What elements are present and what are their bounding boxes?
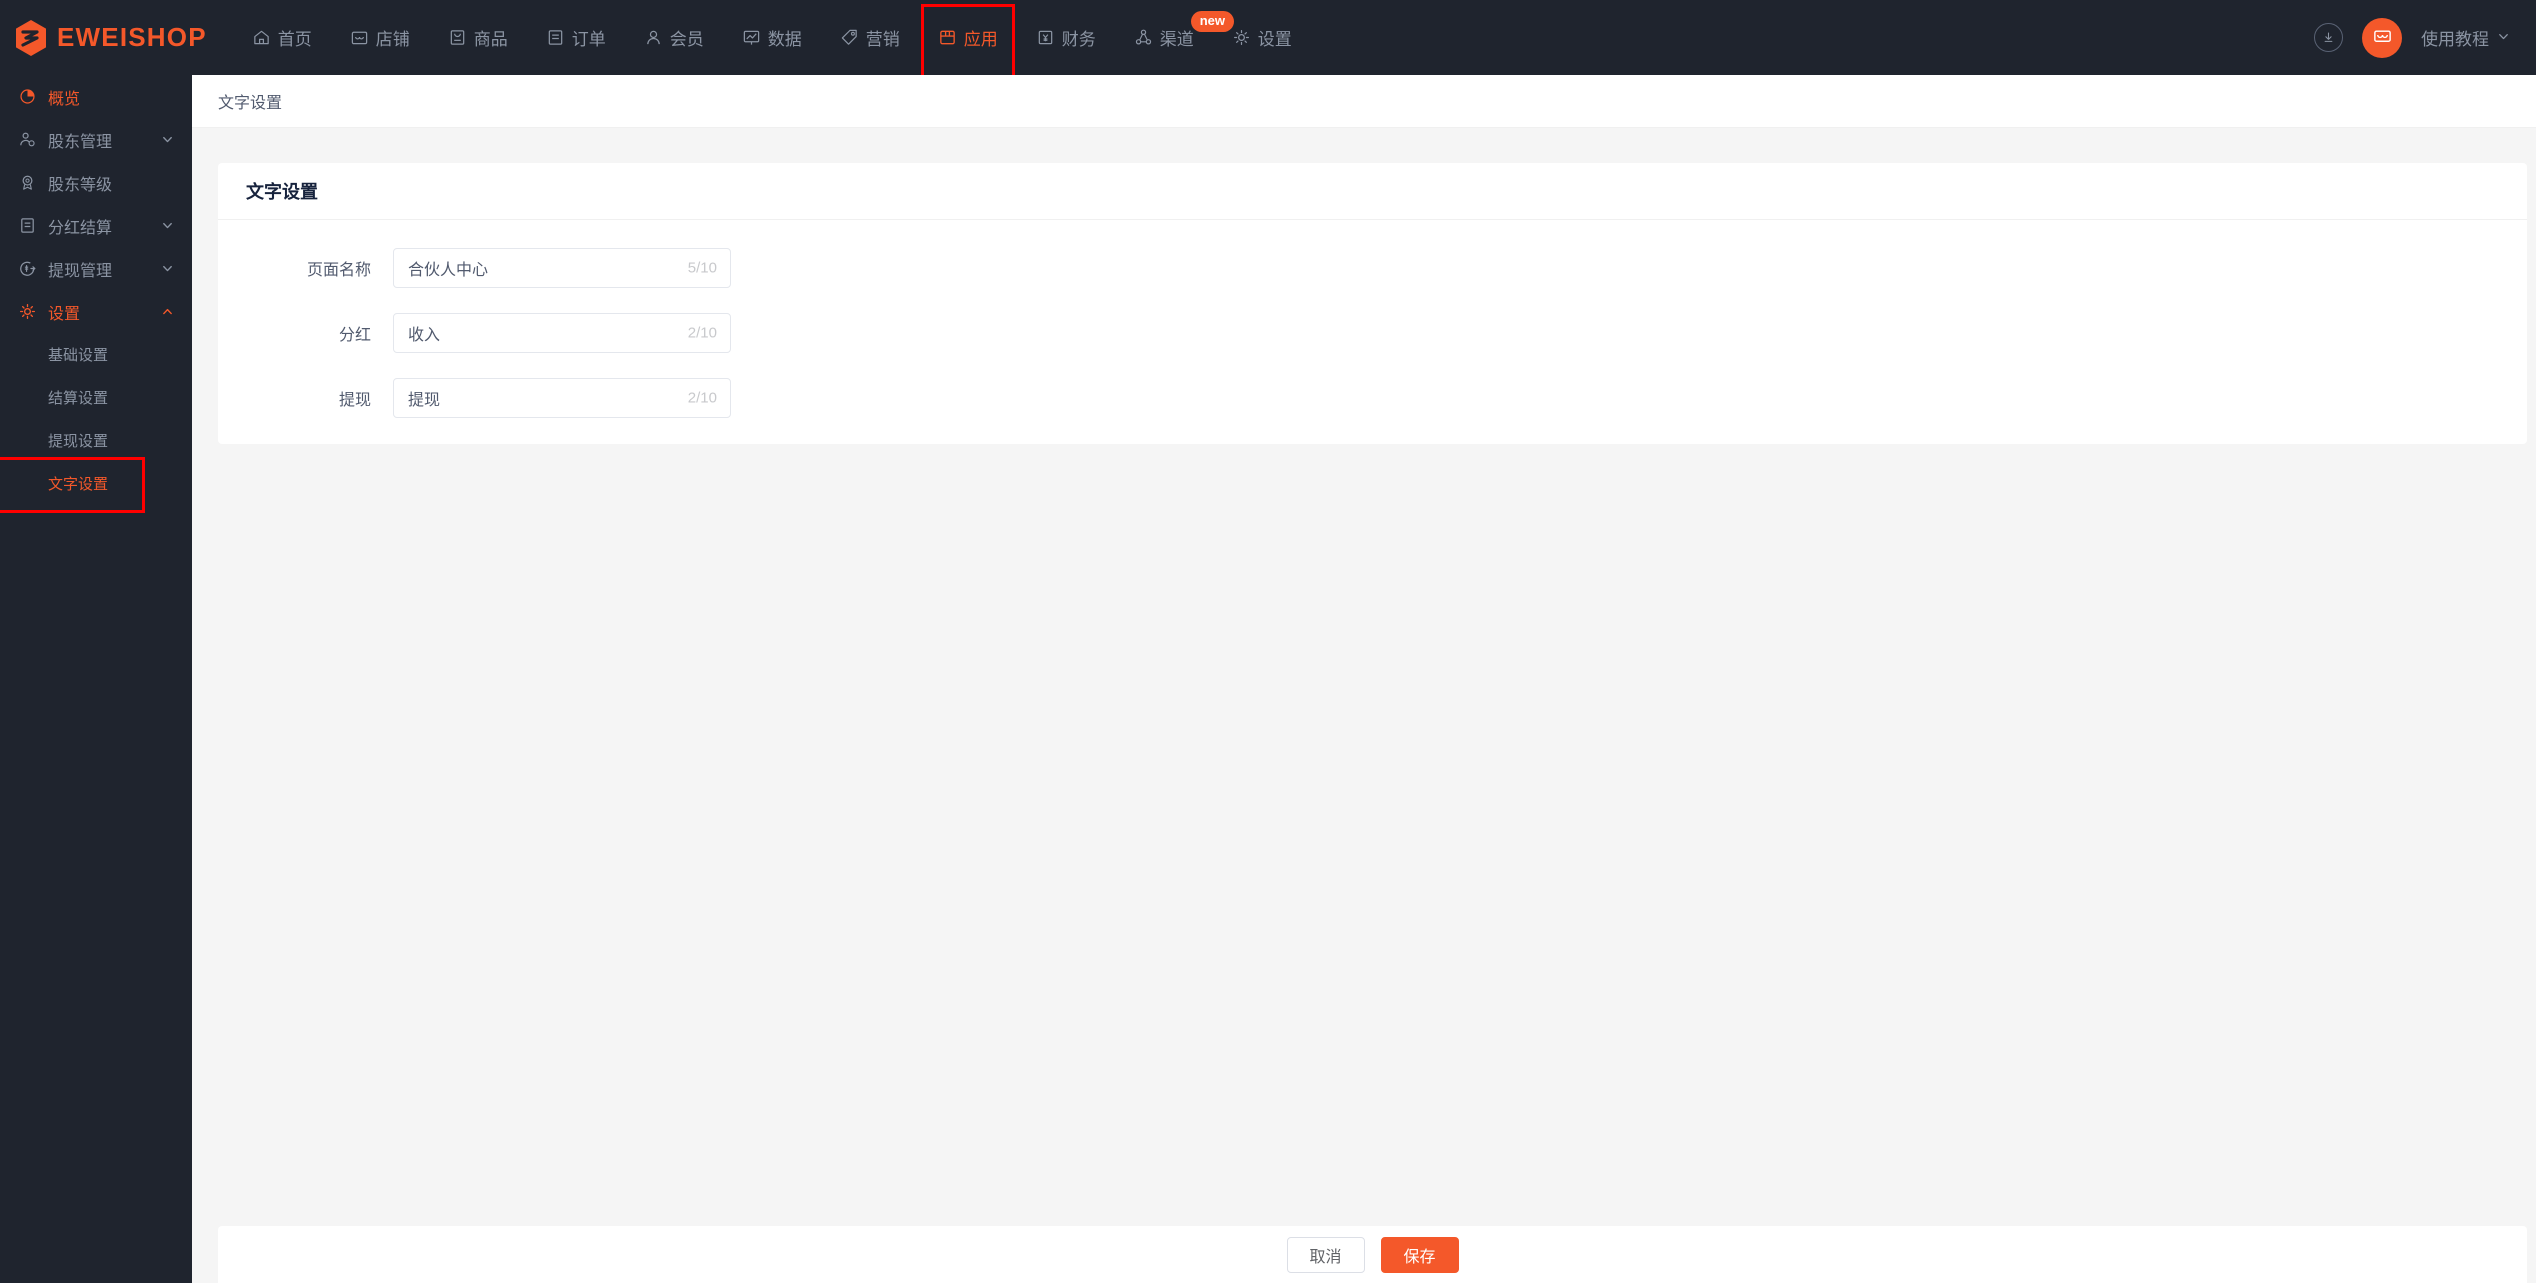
page-name-input-wrap[interactable]: 5/10 (393, 248, 731, 288)
nav-item-order[interactable]: 订单 (527, 0, 625, 75)
sidebar-item-shareholder-level[interactable]: 股东等级 (0, 161, 192, 204)
form-label: 页面名称 (306, 262, 371, 279)
sidebar-item-dividend-settlement[interactable]: 分红结算 (0, 204, 192, 247)
nav-item-finance[interactable]: 财务 (1017, 0, 1115, 75)
save-button[interactable]: 保存 (1380, 1236, 1459, 1273)
gear-icon (1232, 28, 1251, 47)
withdraw-input[interactable] (394, 379, 730, 417)
medal-icon (18, 173, 37, 192)
page-name-input[interactable] (394, 249, 730, 287)
sidebar-item-label: 提现管理 (48, 262, 113, 280)
sidebar-subitem-label: 基础设置 (48, 347, 109, 364)
shop-avatar-icon (2372, 25, 2393, 51)
chevron-down-icon (161, 262, 174, 275)
nav-item-label: 营销 (865, 30, 900, 49)
nav-item-goods[interactable]: 商品 (429, 0, 527, 75)
sidebar-subitem-withdraw-settings[interactable]: 提现设置 (0, 419, 192, 462)
nav-item-app[interactable]: 应用 (919, 0, 1017, 81)
nav-item-channel[interactable]: 渠道 new (1115, 0, 1235, 75)
nav-item-label: 店铺 (375, 30, 410, 49)
chart-icon (742, 28, 761, 47)
nav-item-label: 数据 (767, 30, 802, 49)
shop-icon (350, 28, 369, 47)
chevron-down-icon (161, 133, 174, 146)
form-row-dividend: 分红 2/10 (218, 313, 2527, 353)
chevron-up-icon (161, 305, 174, 318)
pie-chart-icon (18, 87, 37, 106)
tag-icon (840, 28, 859, 47)
avatar[interactable] (2362, 17, 2402, 58)
brand-logo-text: EWEISHOP (57, 22, 207, 52)
sidebar-item-label: 股东管理 (48, 133, 113, 151)
nav-item-label: 设置 (1257, 30, 1292, 49)
sidebar-item-label: 概览 (48, 90, 81, 108)
header-right-tools: 使用教程 (2314, 0, 2536, 75)
withdraw-input-wrap[interactable]: 2/10 (393, 378, 731, 418)
sidebar-item-overview[interactable]: 概览 (0, 75, 192, 118)
sidebar-subitem-label: 结算设置 (48, 390, 109, 407)
goods-icon (448, 28, 467, 47)
form-action-bar: 取消 保存 (218, 1226, 2527, 1283)
dividend-input[interactable] (394, 314, 730, 352)
nav-item-marketing[interactable]: 营销 (821, 0, 919, 75)
sidebar-subitem-settlement-settings[interactable]: 结算设置 (0, 376, 192, 419)
sidebar-item-shareholder-manage[interactable]: 股东管理 (0, 118, 192, 161)
sidebar-item-label: 分红结算 (48, 219, 113, 237)
sidebar-subitem-text-settings[interactable]: 文字设置 (0, 457, 192, 513)
user-menu[interactable]: 使用教程 (2421, 25, 2510, 50)
card-title: 文字设置 (218, 163, 2527, 220)
dividend-input-wrap[interactable]: 2/10 (393, 313, 731, 353)
cancel-button[interactable]: 取消 (1286, 1236, 1365, 1273)
brand-logo[interactable]: EWEISHOP (14, 0, 207, 75)
nav-item-label: 订单 (571, 30, 606, 49)
sidebar-item-label: 股东等级 (48, 176, 113, 194)
gear-icon (18, 302, 37, 321)
form-row-withdraw: 提现 2/10 (218, 378, 2527, 418)
nav-item-label: 商品 (473, 30, 508, 49)
sidebar-subitem-basic-settings[interactable]: 基础设置 (0, 333, 192, 376)
sidebar-subitem-label: 文字设置 (48, 476, 109, 493)
main-navigation: 首页 店铺 商品 订单 会员 数据 营销 应用 财务 渠道 new 设置 (233, 0, 1311, 81)
chevron-down-icon (2497, 28, 2510, 48)
sidebar-item-withdraw-manage[interactable]: 提现管理 (0, 247, 192, 290)
user-menu-label: 使用教程 (2421, 30, 2489, 49)
nav-item-label: 会员 (669, 30, 704, 49)
chevron-down-icon (161, 219, 174, 232)
channel-icon (1134, 28, 1153, 47)
document-icon (18, 216, 37, 235)
nav-item-data[interactable]: 数据 (723, 0, 821, 75)
nav-item-settings[interactable]: 设置 (1213, 0, 1311, 75)
nav-item-member[interactable]: 会员 (625, 0, 723, 75)
nav-item-shop[interactable]: 店铺 (331, 0, 429, 75)
nav-item-label: 应用 (963, 30, 998, 49)
home-icon (252, 28, 271, 47)
member-icon (644, 28, 663, 47)
withdraw-icon (18, 259, 37, 278)
app-box-icon (938, 28, 957, 47)
hexagon-logo-icon (14, 19, 48, 57)
form-label: 提现 (338, 392, 371, 409)
breadcrumb-current: 文字设置 (218, 95, 283, 112)
form-label: 分红 (338, 327, 371, 344)
top-header-bar: EWEISHOP 首页 店铺 商品 订单 会员 数据 营销 应用 财务 渠道 n… (0, 0, 2536, 81)
nav-item-home[interactable]: 首页 (233, 0, 331, 75)
download-circle-icon[interactable] (2314, 23, 2343, 52)
sidebar-item-label: 设置 (48, 305, 81, 323)
user-gear-icon (18, 130, 37, 149)
settings-form: 页面名称 5/10 分红 2/10 提现 2/10 (218, 220, 2527, 444)
sidebar-item-settings[interactable]: 设置 (0, 290, 192, 333)
sidebar: 概览 股东管理 股东等级 分红结算 提现管理 设置 基础设置 结算设置 提现设置… (0, 75, 192, 1283)
breadcrumb: 文字设置 (192, 75, 2536, 128)
finance-icon (1036, 28, 1055, 47)
nav-item-label: 渠道 (1159, 30, 1194, 49)
form-row-page-name: 页面名称 5/10 (218, 248, 2527, 288)
page-content: 文字设置 文字设置 页面名称 5/10 分红 2/10 提现 (192, 75, 2536, 1283)
nav-item-label: 财务 (1061, 30, 1096, 49)
order-icon (546, 28, 565, 47)
nav-item-label: 首页 (277, 30, 312, 49)
sidebar-subitem-label: 提现设置 (48, 433, 109, 450)
text-settings-card: 文字设置 页面名称 5/10 分红 2/10 提现 (218, 163, 2527, 444)
